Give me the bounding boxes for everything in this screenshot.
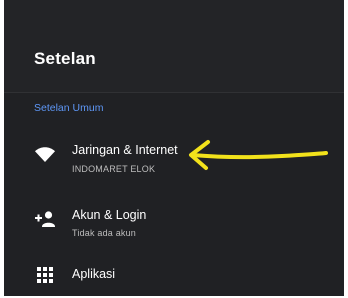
wifi-icon [34,143,56,165]
settings-panel: Setelan Setelan Umum Jaringan & Internet… [4,0,344,296]
apps-grid-icon [34,264,56,286]
settings-item-title: Akun & Login [72,208,147,222]
settings-item-accounts[interactable]: Akun & Login Tidak ada akun [4,197,344,247]
page-title: Setelan [34,49,96,68]
settings-item-title: Aplikasi [72,267,116,281]
settings-item-title: Jaringan & Internet [72,143,178,157]
add-person-icon [34,208,56,230]
settings-item-apps[interactable]: Aplikasi [4,258,344,296]
settings-item-subtitle: Tidak ada akun [72,228,137,238]
settings-item-subtitle: INDOMARET ELOK [72,164,156,174]
settings-item-network[interactable]: Jaringan & Internet INDOMARET ELOK [4,132,344,182]
section-header-general: Setelan Umum [34,102,104,114]
settings-header: Setelan [4,0,344,92]
header-divider [4,92,344,93]
